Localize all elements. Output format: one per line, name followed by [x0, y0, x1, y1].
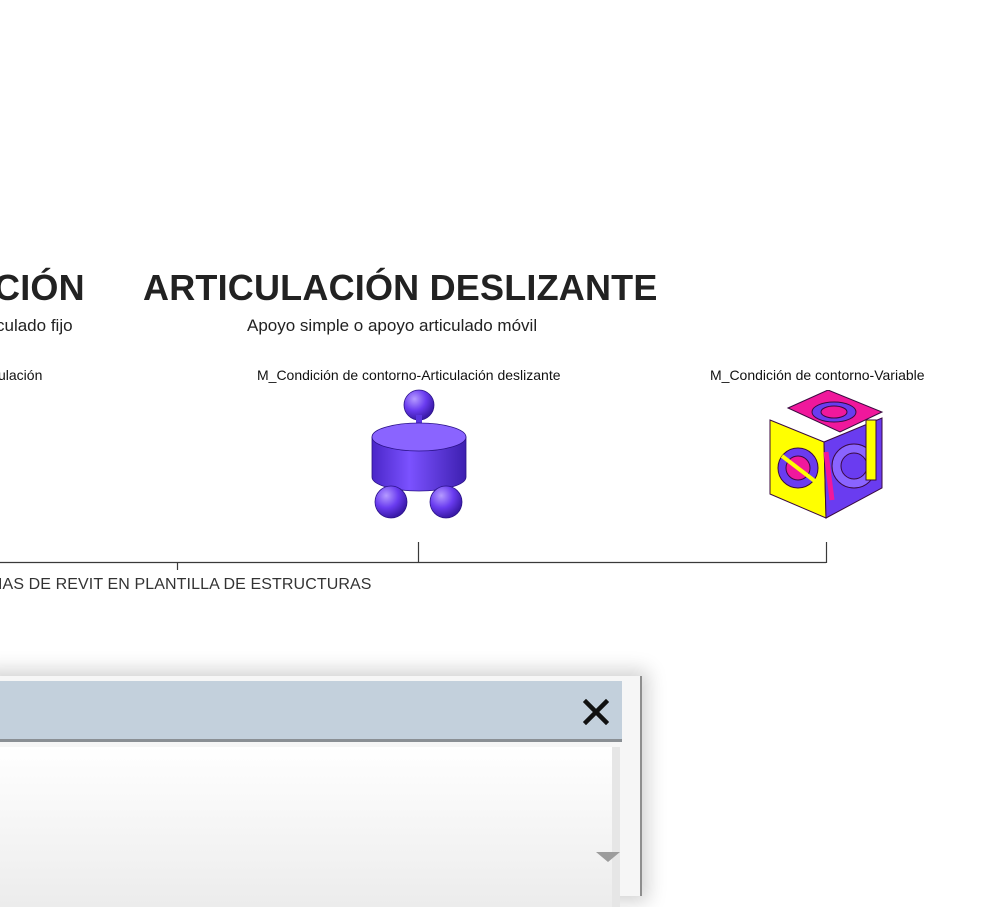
chevron-down-icon[interactable]: [596, 852, 620, 862]
dialog-body: [0, 747, 620, 907]
dialog-titlebar[interactable]: [0, 681, 622, 742]
dialog-window: [0, 676, 642, 907]
bracket-caption: IAS DE REVIT EN PLANTILLA DE ESTRUCTURAS: [0, 576, 372, 593]
close-button[interactable]: [578, 694, 614, 730]
close-icon: [583, 699, 609, 725]
